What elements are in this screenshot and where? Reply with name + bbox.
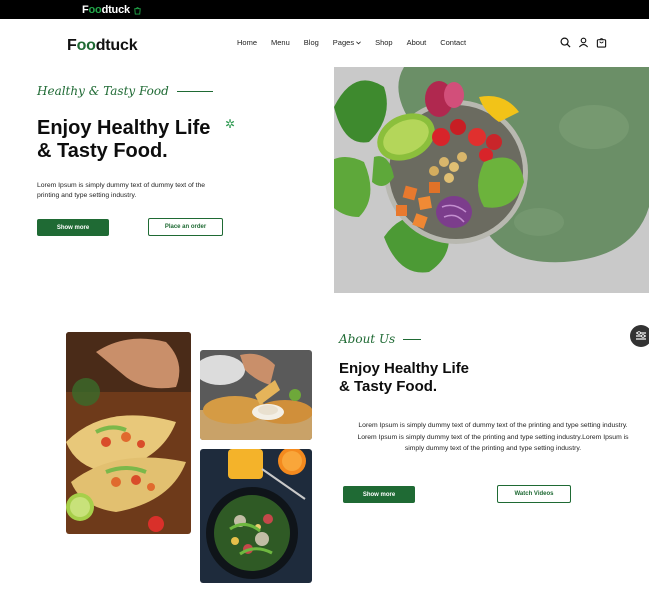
user-icon[interactable] <box>578 37 589 48</box>
nav-shop[interactable]: Shop <box>375 38 393 47</box>
nav-about[interactable]: About <box>407 38 427 47</box>
about-title-line2: & Tasty Food. <box>339 378 438 395</box>
chicken-photo <box>200 350 312 440</box>
nav-pages[interactable]: Pages <box>333 38 361 47</box>
nav-home[interactable]: Home <box>237 38 257 47</box>
tagline-divider <box>176 90 213 92</box>
hero-title: Enjoy Healthy Life & Tasty Food. <box>37 117 257 163</box>
tacos-photo <box>66 332 191 534</box>
top-bar: Foo dtuck <box>0 0 649 19</box>
about-tagline-text: About Us <box>339 332 396 346</box>
bag-icon[interactable] <box>596 37 607 48</box>
topbar-brand-suffix: dtuck <box>101 4 131 16</box>
watch-videos-button[interactable]: Watch Videos <box>497 485 571 503</box>
about-title: Enjoy Healthy Life & Tasty Food. <box>339 360 469 396</box>
header-icons <box>560 37 607 48</box>
about-tagline: About Us <box>339 332 422 346</box>
search-icon[interactable] <box>560 37 571 48</box>
hero-title-line1: Enjoy Healthy Life <box>37 117 211 139</box>
nav-pages-label: Pages <box>332 38 355 47</box>
logo[interactable]: Foodtuck <box>67 37 138 55</box>
about-show-more-button[interactable]: Show more <box>343 486 415 503</box>
bag-icon <box>134 6 141 15</box>
logo-suffix: dtuck <box>95 37 138 54</box>
topbar-brand-oo: oo <box>88 4 102 16</box>
salad-photo <box>200 449 312 583</box>
hero-tagline-text: Healthy & Tasty Food <box>37 84 169 98</box>
hero-tagline: Healthy & Tasty Food <box>37 84 213 98</box>
main-nav: Home Menu Blog Pages Shop About Contact <box>237 38 480 47</box>
topbar-brand[interactable]: Foo dtuck <box>82 4 142 16</box>
chevron-down-icon <box>356 40 361 44</box>
settings-float-button[interactable] <box>630 325 649 347</box>
about-title-line1: Enjoy Healthy Life <box>339 360 470 377</box>
salad-bowl-dark-illustration <box>200 449 312 583</box>
about-description: Lorem Ipsum is simply dummy text of dumm… <box>357 422 629 452</box>
nav-blog[interactable]: Blog <box>304 38 319 47</box>
sparkle-icon: ✲ <box>225 117 236 131</box>
hero-description: Lorem Ipsum is simply dummy text of dumm… <box>37 182 206 199</box>
place-order-button[interactable]: Place an order <box>148 218 223 236</box>
about-tagline-divider <box>403 338 422 340</box>
tacos-illustration <box>66 332 191 534</box>
nav-contact[interactable]: Contact <box>440 38 466 47</box>
salad-bowl-illustration <box>334 67 649 273</box>
chicken-illustration <box>200 350 312 440</box>
hero-food-image <box>334 67 649 293</box>
hero-show-more-button[interactable]: Show more <box>37 219 109 236</box>
logo-oo: oo <box>76 37 96 54</box>
logo-prefix: F <box>67 37 77 54</box>
nav-menu[interactable]: Menu <box>271 38 290 47</box>
hero-title-line2: & Tasty Food. <box>37 140 168 162</box>
settings-icon <box>636 331 646 340</box>
